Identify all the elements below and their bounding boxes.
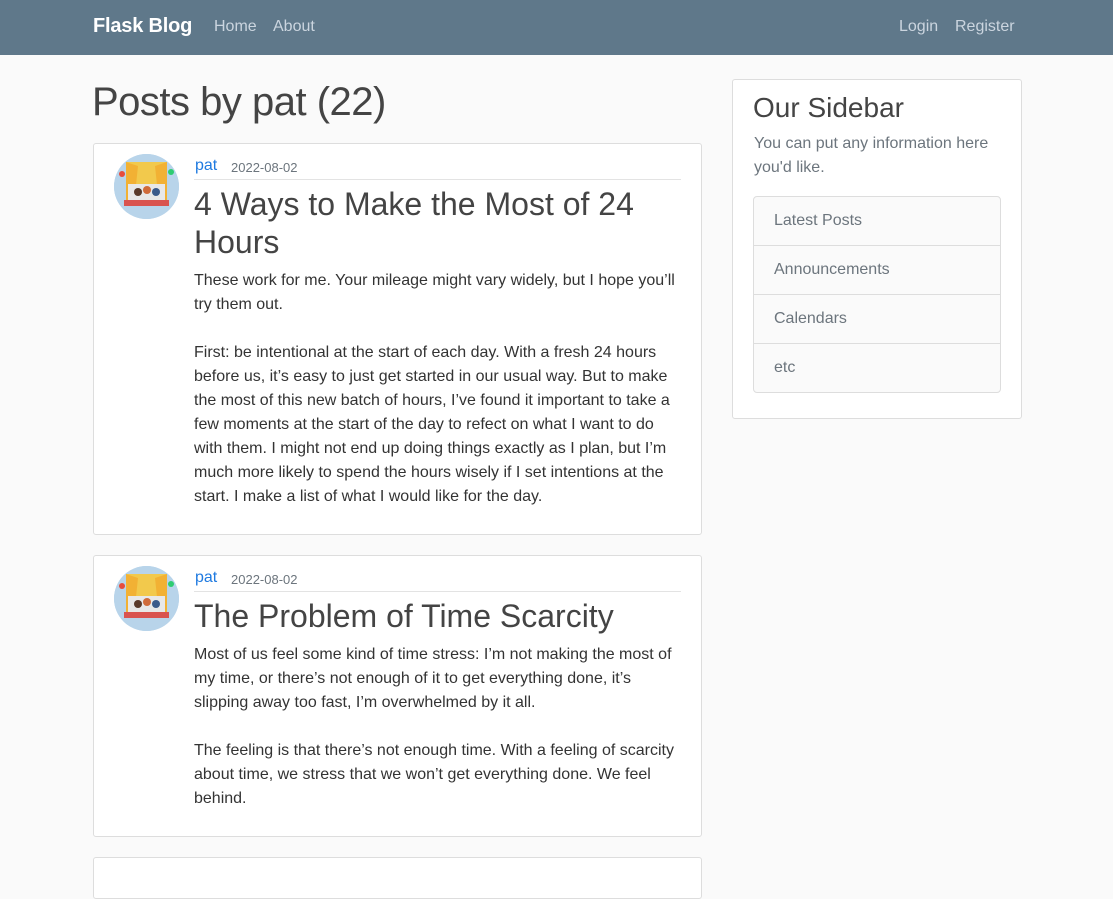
post-meta: pat 2022-08-02: [194, 154, 681, 180]
post-title-link[interactable]: 4 Ways to Make the Most of 24 Hours: [194, 185, 684, 261]
sidebar-item-latest-posts[interactable]: Latest Posts: [754, 197, 1000, 246]
navbar: Flask Blog Home About Login Register: [0, 0, 1113, 55]
post-card: pat 2022-08-02 The Problem of Time Scarc…: [93, 555, 702, 837]
sidebar-title: Our Sidebar: [753, 92, 904, 123]
author-link[interactable]: pat: [195, 569, 217, 587]
sidebar-item-announcements[interactable]: Announcements: [754, 246, 1000, 295]
nav-about-link[interactable]: About: [273, 18, 315, 36]
post-card: pat 2022-08-02 4 Ways to Make the Most o…: [93, 143, 702, 535]
sidebar-description: You can put any information here you'd l…: [754, 135, 989, 176]
author-avatar[interactable]: [114, 154, 179, 219]
sidebar-item-calendars[interactable]: Calendars: [754, 295, 1000, 344]
author-link[interactable]: pat: [195, 157, 217, 175]
sidebar-item-etc[interactable]: etc: [754, 344, 1000, 392]
profile-picture-icon: [114, 566, 179, 631]
author-avatar[interactable]: [114, 566, 179, 631]
brand-link[interactable]: Flask Blog: [93, 15, 192, 38]
post-content: Most of us feel some kind of time stress…: [194, 646, 674, 807]
post-meta: pat 2022-08-02: [194, 566, 681, 592]
post-date: 2022-08-02: [231, 572, 298, 587]
profile-picture-icon: [114, 154, 179, 219]
page-title: Posts by pat (22): [92, 80, 386, 124]
nav-home-link[interactable]: Home: [214, 18, 257, 36]
post-title-link[interactable]: The Problem of Time Scarcity: [194, 597, 684, 635]
post-card: [93, 857, 702, 899]
nav-login-link[interactable]: Login: [899, 18, 938, 36]
post-content: These work for me. Your mileage might va…: [194, 272, 675, 505]
sidebar-list: Latest Posts Announcements Calendars etc: [753, 196, 1001, 393]
post-date: 2022-08-02: [231, 160, 298, 175]
nav-register-link[interactable]: Register: [955, 18, 1015, 36]
sidebar: Our Sidebar You can put any information …: [732, 79, 1022, 419]
